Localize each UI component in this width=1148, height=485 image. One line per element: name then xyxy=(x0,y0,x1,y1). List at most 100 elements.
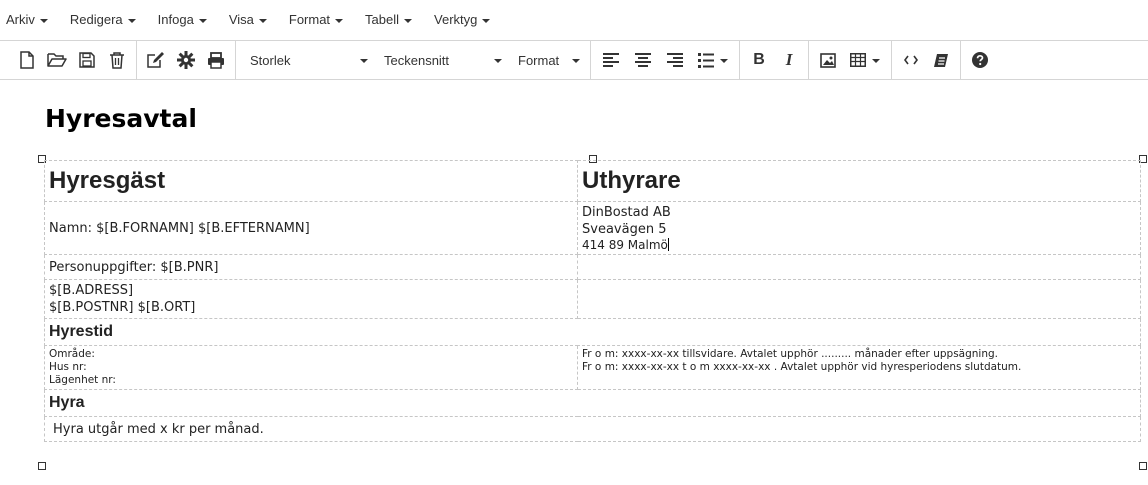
menu-verktyg[interactable]: Verktyg xyxy=(424,8,502,32)
table-row: Område: Hus nr: Lägenhet nr: Fr o m: xxx… xyxy=(44,345,1141,390)
menu-label: Infoga xyxy=(157,12,194,27)
menu-infoga[interactable]: Infoga xyxy=(148,8,219,32)
caret-down-icon xyxy=(258,18,267,23)
block-format-label: Format xyxy=(518,52,560,68)
menu-tabell[interactable]: Tabell xyxy=(355,8,424,32)
caret-down-icon xyxy=(572,58,580,63)
personal-id-cell[interactable]: Personuppgifter: $[B.PNR] xyxy=(44,254,578,280)
align-center-button[interactable] xyxy=(627,45,659,75)
term-option-fixed: Fr o m: xxxx-xx-xx t o m xxxx-xx-xx . Av… xyxy=(582,361,1022,373)
rent-cell[interactable]: Hyra utgår med x kr per månad. xyxy=(44,416,1141,442)
align-right-button[interactable] xyxy=(659,45,691,75)
table-row: Hyresgäst Uthyrare xyxy=(44,160,1141,202)
insert-group xyxy=(809,41,892,79)
delete-icon xyxy=(110,51,124,69)
rent-heading[interactable]: Hyra xyxy=(44,389,1141,417)
landlord-heading[interactable]: Uthyrare xyxy=(577,160,1141,202)
caret-down-icon xyxy=(720,58,728,63)
align-right-icon xyxy=(667,52,683,67)
tenant-heading[interactable]: Hyresgäst xyxy=(44,160,578,202)
align-center-icon xyxy=(635,52,651,67)
menu-visa[interactable]: Visa xyxy=(219,8,279,32)
font-family-select[interactable]: Teckensnitt xyxy=(374,45,508,75)
landlord-address-cell[interactable]: DinBostad AB Sveavägen 5 414 89 Malmö xyxy=(577,201,1141,255)
contract-table[interactable]: Hyresgäst Uthyrare Namn: $[B.FORNAMN] $[… xyxy=(44,160,1141,442)
menu-redigera[interactable]: Redigera xyxy=(60,8,148,32)
font-size-label: Storlek xyxy=(250,52,291,68)
document-area[interactable]: Hyresavtal Hyresgäst Uthyrare Namn: $[B.… xyxy=(0,80,1148,485)
personal-id: Personuppgifter: $[B.PNR] xyxy=(49,259,219,275)
source-group xyxy=(892,41,961,79)
caret-down-icon xyxy=(360,58,368,63)
menu-label: Arkiv xyxy=(6,12,35,27)
help-button[interactable] xyxy=(965,45,995,75)
edit-icon xyxy=(147,51,164,68)
rent-text: Hyra utgår med x kr per månad. xyxy=(53,421,264,437)
table-row: Personuppgifter: $[B.PNR] xyxy=(44,254,1141,280)
term-option-indefinite: Fr o m: xxxx-xx-xx tillsvidare. Avtalet … xyxy=(582,348,998,360)
settings-icon xyxy=(177,51,195,69)
source-code-button[interactable] xyxy=(896,45,926,75)
save-button[interactable] xyxy=(72,45,102,75)
italic-icon: I xyxy=(785,50,793,69)
bullet-list-icon xyxy=(698,52,714,68)
print-icon xyxy=(208,51,224,69)
delete-button[interactable] xyxy=(102,45,132,75)
tools-group xyxy=(137,41,236,79)
caret-down-icon xyxy=(39,18,48,23)
clear-format-button[interactable] xyxy=(926,45,956,75)
bold-icon: B xyxy=(753,51,765,68)
edit-button[interactable] xyxy=(141,45,171,75)
open-button[interactable] xyxy=(42,45,72,75)
print-button[interactable] xyxy=(201,45,231,75)
align-group xyxy=(591,41,740,79)
tenant-name-cell[interactable]: Namn: $[B.FORNAMN] $[B.EFTERNAMN] xyxy=(44,201,578,255)
clear-format-icon xyxy=(934,53,948,67)
image-icon xyxy=(820,52,836,68)
bullet-list-button[interactable] xyxy=(691,45,735,75)
empty-cell[interactable] xyxy=(577,254,1141,280)
caret-down-icon xyxy=(872,58,880,63)
bold-button[interactable]: B xyxy=(744,45,774,75)
settings-button[interactable] xyxy=(171,45,201,75)
menu-format[interactable]: Format xyxy=(279,8,355,32)
new-document-button[interactable] xyxy=(12,45,42,75)
area-label: Område: xyxy=(49,348,95,360)
caret-down-icon xyxy=(494,58,502,63)
menu-label: Tabell xyxy=(365,12,400,27)
font-size-select[interactable]: Storlek xyxy=(240,45,374,75)
tenant-name: Namn: $[B.FORNAMN] $[B.EFTERNAMN] xyxy=(49,220,310,236)
location-cell[interactable]: Område: Hus nr: Lägenhet nr: xyxy=(44,345,578,390)
document-title: Hyresavtal xyxy=(45,104,197,133)
resize-handle-bottom-left[interactable] xyxy=(38,462,46,470)
menu-label: Format xyxy=(288,12,331,27)
resize-handle-bottom-right[interactable] xyxy=(1139,462,1147,470)
help-icon xyxy=(972,52,988,68)
menu-label: Visa xyxy=(228,12,254,27)
tenant-address-cell[interactable]: $[B.ADRESS] $[B.POSTNR] $[B.ORT] xyxy=(44,279,578,319)
insert-image-button[interactable] xyxy=(813,45,843,75)
table-icon xyxy=(850,53,866,67)
style-group: B I xyxy=(740,41,809,79)
align-left-button[interactable] xyxy=(595,45,627,75)
landlord-city-line: 414 89 Malmö xyxy=(582,238,1136,252)
menu-label: Redigera xyxy=(69,12,123,27)
open-folder-icon xyxy=(47,53,67,67)
menu-bar: Arkiv Redigera Infoga Visa Format Tabell… xyxy=(0,0,1148,40)
term-cell[interactable]: Fr o m: xxxx-xx-xx tillsvidare. Avtalet … xyxy=(577,345,1141,390)
menu-arkiv[interactable]: Arkiv xyxy=(0,8,60,32)
block-format-select[interactable]: Format xyxy=(508,45,586,75)
italic-button[interactable]: I xyxy=(774,45,804,75)
table-row: Namn: $[B.FORNAMN] $[B.EFTERNAMN] DinBos… xyxy=(44,201,1141,255)
code-icon xyxy=(904,55,918,65)
apartment-number-label: Lägenhet nr: xyxy=(49,374,116,386)
term-heading[interactable]: Hyrestid xyxy=(44,318,1141,346)
insert-table-button[interactable] xyxy=(843,45,887,75)
tenant-postcode-city: $[B.POSTNR] $[B.ORT] xyxy=(49,300,196,315)
tenant-address: $[B.ADRESS] xyxy=(49,283,134,298)
house-number-label: Hus nr: xyxy=(49,361,87,373)
toolbar: Storlek Teckensnitt Format B I xyxy=(0,40,1148,80)
caret-down-icon xyxy=(335,18,344,23)
empty-cell[interactable] xyxy=(577,279,1141,319)
caret-down-icon xyxy=(482,18,491,23)
